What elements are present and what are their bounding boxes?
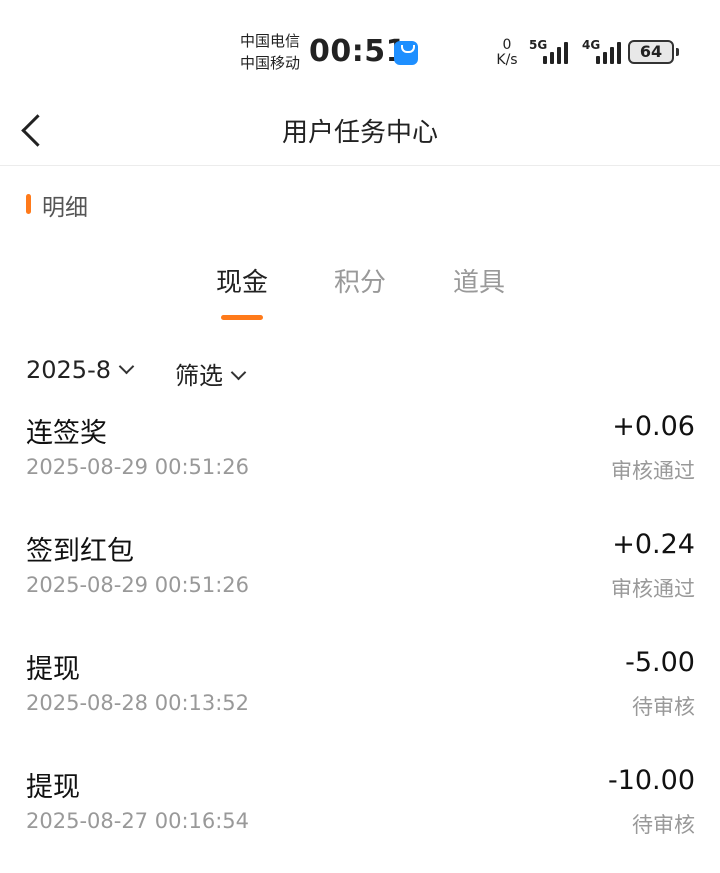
month-dropdown[interactable]: 2025-8 [26,356,135,384]
net-speed-value: 0 [502,37,512,53]
carrier-1: 中国电信 [240,32,301,50]
record-time: 2025-08-29 00:51:26 [26,573,250,597]
list-item[interactable]: 提现 2025-08-28 00:13:52 -5.00 待审核 [0,647,720,747]
record-status: 审核通过 [611,577,695,601]
section-label: 明细 [42,195,88,221]
tab-cash[interactable]: 现金 [192,262,292,299]
tab-bar: 现金 积分 道具 [0,262,720,322]
net-speed-unit: K/s [496,52,518,68]
month-value: 2025-8 [26,356,112,384]
record-time: 2025-08-28 00:13:52 [26,691,250,715]
nav-header: 用户任务中心 [0,100,720,166]
record-time: 2025-08-27 00:16:54 [26,809,250,833]
signal-bars-1-icon [543,40,575,64]
record-status: 待审核 [632,813,695,837]
record-status: 待审核 [632,695,695,719]
list-item[interactable]: 签到红包 2025-08-29 00:51:26 +0.24 审核通过 [0,529,720,629]
net-speed: 0 K/s [493,38,521,68]
section-accent-bar [26,194,31,214]
record-status: 审核通过 [611,459,695,483]
tab-points[interactable]: 积分 [310,262,410,299]
blue-bag-icon [394,41,418,65]
page-title: 用户任务中心 [281,118,438,148]
record-amount: +0.24 [612,529,695,560]
record-amount: +0.06 [612,411,695,442]
carrier-2: 中国移动 [240,54,301,72]
status-clock: 00:51 [309,34,407,69]
record-title: 连签奖 [26,418,107,449]
tab-items[interactable]: 道具 [429,262,529,299]
filter-label: 筛选 [175,362,223,390]
battery-icon: 64 [628,40,679,64]
record-title: 签到红包 [26,536,134,567]
carrier-names: 中国电信 中国移动 [240,30,300,74]
chevron-down-icon [230,364,247,381]
list-item[interactable]: 连签奖 2025-08-29 00:51:26 +0.06 审核通过 [0,411,720,511]
record-title: 提现 [26,772,80,803]
signal-bars-2-icon [596,40,628,64]
record-time: 2025-08-29 00:51:26 [26,455,250,479]
filter-dropdown[interactable]: 筛选 [175,356,247,391]
record-amount: -10.00 [607,765,695,796]
active-tab-indicator [221,315,263,320]
status-bar: 中国电信 中国移动 00:51 0 K/s 5G 4G 64 [0,0,720,100]
chevron-down-icon [118,358,135,375]
record-amount: -5.00 [625,647,695,678]
record-title: 提现 [26,654,80,685]
list-item[interactable]: 提现 2025-08-27 00:16:54 -10.00 待审核 [0,765,720,865]
